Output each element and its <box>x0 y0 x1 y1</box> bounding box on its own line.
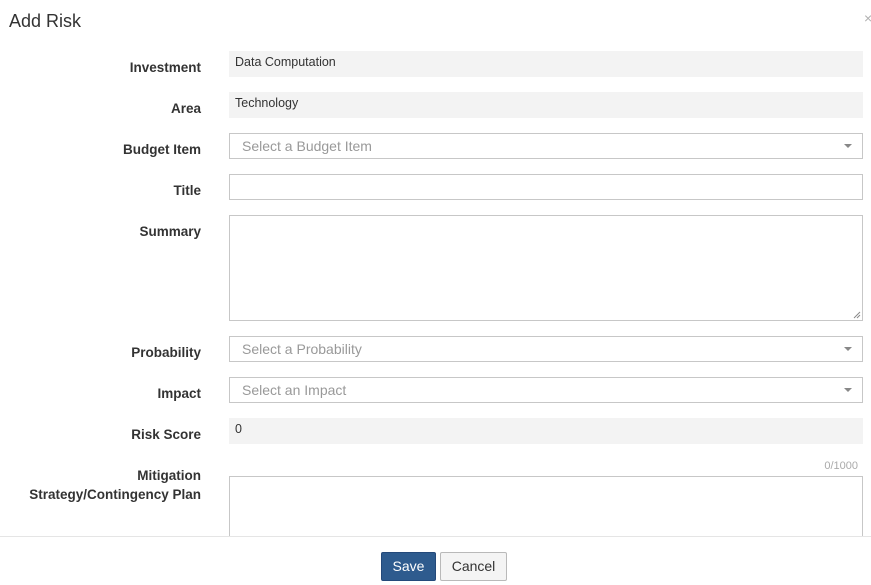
area-label: Area <box>170 101 201 116</box>
probability-placeholder: Select a Probability <box>242 341 362 357</box>
summary-label: Summary <box>139 224 201 239</box>
probability-select[interactable]: Select a Probability <box>229 336 863 362</box>
probability-label: Probability <box>131 345 201 360</box>
title-input[interactable] <box>229 174 863 200</box>
risk-score-label: Risk Score <box>131 427 201 442</box>
resize-grip-icon[interactable] <box>853 311 861 319</box>
area-value: Technology <box>229 92 863 118</box>
summary-textarea[interactable] <box>229 215 863 321</box>
investment-label: Investment <box>129 60 201 75</box>
chevron-down-icon <box>844 347 852 351</box>
title-label: Title <box>173 183 201 198</box>
budget-item-label: Budget Item <box>122 142 201 157</box>
mitigation-label-line1: Mitigation <box>137 468 201 483</box>
chevron-down-icon <box>844 388 852 392</box>
dialog-footer: Save Cancel <box>0 536 871 585</box>
dialog-title: Add Risk <box>9 11 82 31</box>
save-button[interactable]: Save <box>381 552 436 581</box>
close-icon[interactable]: × <box>864 10 871 26</box>
chevron-down-icon <box>844 144 852 148</box>
impact-placeholder: Select an Impact <box>242 382 347 398</box>
dialog-body[interactable]: Investment Data Computation Area Technol… <box>0 40 871 536</box>
mitigation-textarea[interactable] <box>229 476 863 536</box>
budget-item-select[interactable]: Select a Budget Item <box>229 133 863 159</box>
cancel-button[interactable]: Cancel <box>440 552 507 581</box>
impact-label: Impact <box>157 386 201 401</box>
impact-select[interactable]: Select an Impact <box>229 377 863 403</box>
add-risk-dialog: Add Risk × Investment Data Computation A… <box>0 0 871 585</box>
risk-score-value: 0 <box>229 418 863 444</box>
budget-item-placeholder: Select a Budget Item <box>242 138 372 154</box>
investment-value: Data Computation <box>229 51 863 77</box>
character-counter: 0/1000 <box>824 460 858 472</box>
mitigation-label-line2: Strategy/Contingency Plan <box>29 487 201 502</box>
